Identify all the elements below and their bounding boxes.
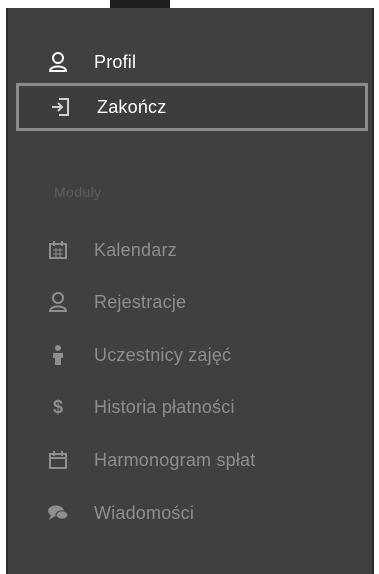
calendar-icon [34,240,82,260]
menu-item-logout[interactable]: Zakończ [16,83,368,131]
modules-section-title: Moduły [54,184,102,200]
menu-item-participants-label: Uczestnicy zajęć [94,344,232,365]
svg-text:$: $ [53,397,63,417]
menu-item-profile-label: Profil [94,51,137,72]
side-menu-panel: Profil Zakończ Moduły Kalendarz Rejestra… [6,8,374,574]
menu-item-repayment-schedule[interactable]: Harmonogram spłat [16,436,368,484]
menu-item-participants[interactable]: Uczestnicy zajęć [16,331,368,379]
chat-icon [34,504,82,522]
menu-item-registrations-label: Rejestracje [94,291,187,312]
dollar-icon: $ [34,396,82,418]
menu-item-calendar[interactable]: Kalendarz [16,226,368,274]
menu-item-payment-history[interactable]: $ Historia płatności [16,383,368,431]
menu-item-calendar-label: Kalendarz [94,239,177,260]
calendar-icon [34,450,82,470]
menu-item-messages-label: Wiadomości [94,502,195,523]
top-edge-bar [110,0,170,8]
menu-item-profile[interactable]: Profil [16,38,368,86]
user-icon [34,51,82,73]
menu-item-payment-history-label: Historia płatności [94,396,235,417]
menu-item-registrations[interactable]: Rejestracje [16,278,368,326]
person-icon [34,344,82,366]
sign-out-icon [37,96,85,118]
menu-item-logout-label: Zakończ [97,96,167,117]
menu-item-messages[interactable]: Wiadomości [16,489,368,537]
menu-item-repayment-schedule-label: Harmonogram spłat [94,449,256,470]
user-icon [34,291,82,313]
